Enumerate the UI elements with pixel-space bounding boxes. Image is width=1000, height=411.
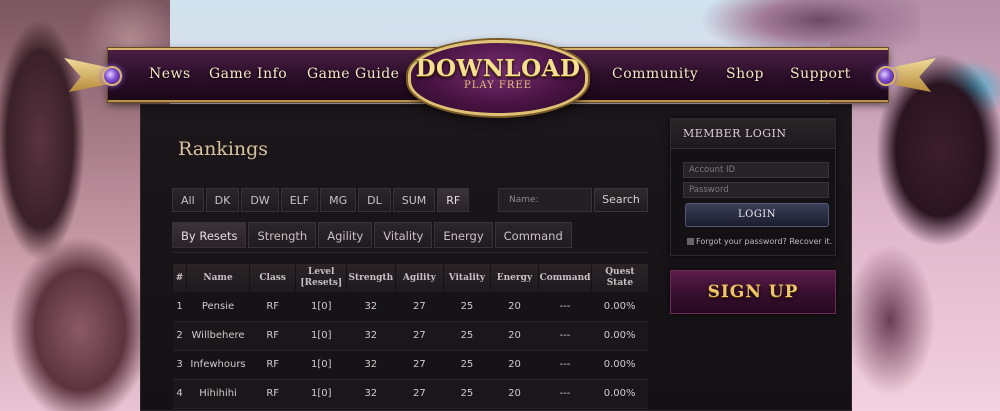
tab-class-dl[interactable]: DL [358,188,391,212]
cell-vitality: 25 [443,321,491,351]
table-header-row: # Name Class Level [Resets] Strength Agi… [171,264,648,292]
cell-level: 1[0] [295,379,347,409]
col-quest-state: Quest State [590,264,648,292]
cell-level: 1[0] [295,321,347,351]
tab-sort-vitality[interactable]: Vitality [374,222,433,248]
tab-class-mg[interactable]: MG [320,188,357,212]
cell-quest-state: 0.00% [591,350,648,380]
col-level: Level [Resets] [295,264,347,292]
tab-class-elf[interactable]: ELF [280,188,319,212]
login-button[interactable]: LOGIN [685,203,829,227]
col-command: Command [538,264,592,292]
member-login-box: Member Login Account ID Password LOGIN F… [670,118,836,256]
col-class: Class [248,264,296,292]
orb-left-icon [102,66,122,86]
table-row: 2 Willbehere RF 1[0] 32 27 25 20 --- 0.0… [172,321,648,351]
password-input[interactable]: Password [683,182,829,198]
cell-name[interactable]: Willbehere [186,321,250,351]
cell-agility: 27 [395,292,444,322]
search-name-input[interactable]: Name: [498,188,592,212]
cell-name[interactable]: Pensie [186,292,250,322]
sidebar: Member Login Account ID Password LOGIN F… [670,118,836,314]
table-row: 1 Pensie RF 1[0] 32 27 25 20 --- 0.00% [172,292,648,322]
tab-sort-command[interactable]: Command [494,222,572,248]
orb-right-icon [876,66,896,86]
class-filter-tabs: All DK DW ELF MG DL SUM RF [172,188,470,212]
cell-quest-state: 0.00% [591,292,648,322]
page-title: Rankings [178,138,269,160]
nav-news[interactable]: News [149,49,191,99]
rankings-table: # Name Class Level [Resets] Strength Agi… [171,264,648,409]
cell-agility: 27 [395,379,444,409]
cell-rank: 3 [172,350,187,380]
tab-class-rf[interactable]: RF [437,188,470,212]
cell-energy: 20 [490,321,539,351]
cell-energy: 20 [490,350,539,380]
nav-support[interactable]: Support [790,49,851,99]
cell-vitality: 25 [443,350,491,380]
cell-name[interactable]: Infewhours [186,350,250,380]
forgot-password-text: Forgot your password? Recover it. [696,237,833,246]
cell-vitality: 25 [443,292,491,322]
cell-rank: 1 [172,292,187,322]
nav-shop[interactable]: Shop [726,49,764,99]
tab-class-all[interactable]: All [172,188,204,212]
bullet-icon [687,238,694,245]
col-strength: Strength [346,264,396,292]
cell-strength: 32 [346,379,396,409]
download-title: DOWNLOAD [415,55,581,82]
cell-class: RF [249,292,296,322]
cell-command: --- [538,292,592,322]
sign-up-button[interactable]: SIGN UP [670,270,836,314]
cell-command: --- [538,379,592,409]
login-title: Member Login [671,119,835,149]
col-name: Name [186,264,250,292]
cell-class: RF [249,350,296,380]
tab-class-sum[interactable]: SUM [392,188,436,212]
table-row: 4 Hihihihi RF 1[0] 32 27 25 20 --- 0.00% [172,379,648,409]
cell-command: --- [538,321,592,351]
col-vitality: Vitality [443,264,491,292]
cell-level: 1[0] [295,350,347,380]
nav-community[interactable]: Community [612,49,698,99]
cell-vitality: 25 [443,379,491,409]
cell-class: RF [249,379,296,409]
cell-level: 1[0] [295,292,347,322]
tab-class-dk[interactable]: DK [205,188,240,212]
cell-rank: 4 [172,379,187,409]
cell-quest-state: 0.00% [591,321,648,351]
nav-game-guide[interactable]: Game Guide [307,49,399,99]
tab-class-dw[interactable]: DW [241,188,279,212]
tab-sort-agility[interactable]: Agility [318,222,373,248]
tab-sort-energy[interactable]: Energy [434,222,493,248]
cell-strength: 32 [346,292,396,322]
col-energy: Energy [489,264,539,292]
sort-tabs: By Resets Strength Agility Vitality Ener… [172,222,572,248]
col-rank: # [171,264,187,292]
account-id-input[interactable]: Account ID [683,162,829,178]
col-agility: Agility [394,264,444,292]
cell-agility: 27 [395,321,444,351]
cell-quest-state: 0.00% [591,379,648,409]
search-button[interactable]: Search [594,188,648,212]
tab-sort-strength[interactable]: Strength [248,222,317,248]
rankings-section: Rankings All DK DW ELF MG DL SUM RF Name… [150,104,660,411]
cell-energy: 20 [490,292,539,322]
cell-name[interactable]: Hihihihi [186,379,250,409]
tab-sort-resets[interactable]: By Resets [172,222,247,248]
divider [172,252,648,253]
cell-class: RF [249,321,296,351]
cell-strength: 32 [346,321,396,351]
forgot-password-link[interactable]: Forgot your password? Recover it. [687,237,832,246]
cell-strength: 32 [346,350,396,380]
cell-energy: 20 [490,379,539,409]
nav-game-info[interactable]: Game Info [209,49,287,99]
cell-command: --- [538,350,592,380]
cell-agility: 27 [395,350,444,380]
table-row: 3 Infewhours RF 1[0] 32 27 25 20 --- 0.0… [172,350,648,380]
cell-rank: 2 [172,321,187,351]
